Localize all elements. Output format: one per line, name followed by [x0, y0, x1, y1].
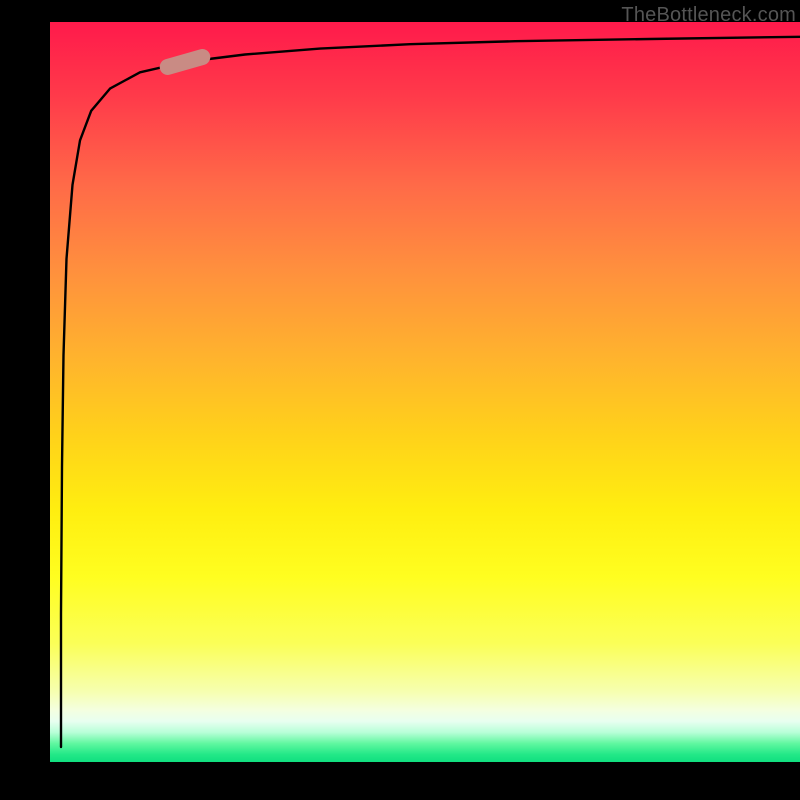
plot-area [50, 22, 800, 762]
chart-stage: TheBottleneck.com [0, 0, 800, 800]
attribution-text: TheBottleneck.com [621, 4, 796, 27]
